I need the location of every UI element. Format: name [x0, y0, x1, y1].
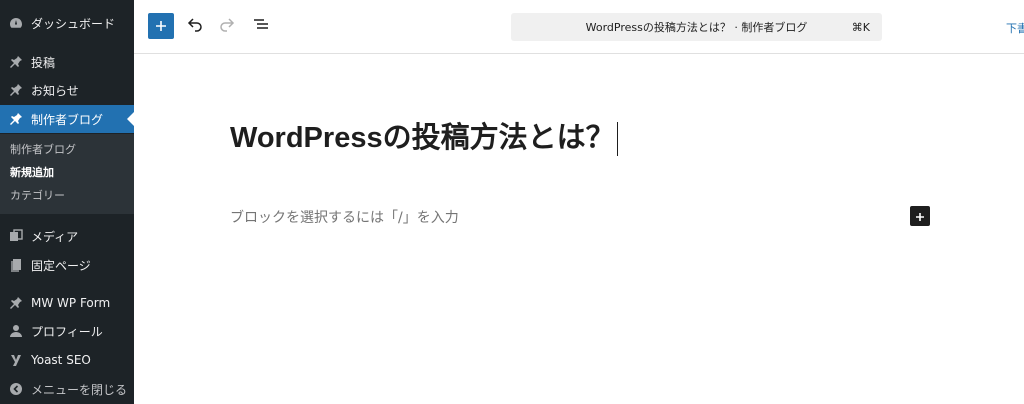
undo-icon	[187, 16, 203, 36]
pin-icon	[8, 54, 24, 70]
list-view-icon	[253, 16, 269, 36]
block-placeholder[interactable]: ブロックを選択するには「/」を入力	[230, 208, 459, 228]
sidebar-item-label: メニューを閉じる	[31, 382, 128, 397]
pin-icon	[8, 295, 24, 311]
sidebar-item-pages[interactable]: 固定ページ	[0, 251, 134, 279]
post-title-text: WordPressの投稿方法とは？	[230, 122, 615, 154]
command-palette-bar[interactable]: WordPressの投稿方法とは？ · 制作者ブログ ⌘K	[511, 13, 882, 41]
sidebar-item-label: ダッシュボード	[31, 16, 116, 31]
sidebar-collapse-menu[interactable]: メニューを閉じる	[0, 375, 134, 403]
add-block-button[interactable]	[148, 13, 174, 39]
sidebar-item-label: お知らせ	[31, 83, 79, 98]
submenu-item-add-new[interactable]: 新規追加	[10, 164, 54, 182]
sidebar-item-dashboard[interactable]: ダッシュボード	[0, 9, 134, 37]
redo-button[interactable]	[216, 15, 238, 37]
text-caret	[616, 122, 618, 157]
yoast-icon	[8, 352, 24, 368]
sidebar-item-label: 固定ページ	[31, 258, 91, 273]
dashboard-icon	[8, 15, 24, 31]
admin-sidebar: ダッシュボード 投稿 お知らせ 制作者ブログ 制作者ブログ 新規追加 カテゴリー…	[0, 0, 134, 404]
command-shortcut: ⌘K	[851, 20, 870, 34]
media-icon	[8, 228, 24, 244]
sidebar-item-news[interactable]: お知らせ	[0, 76, 134, 104]
submenu-item-category[interactable]: カテゴリー	[10, 187, 65, 205]
pin-icon	[8, 82, 24, 98]
sidebar-item-label: プロフィール	[31, 324, 103, 339]
post-title-input[interactable]: WordPressの投稿方法とは？	[230, 118, 618, 158]
redo-icon	[219, 16, 235, 36]
command-bar-title: WordPressの投稿方法とは？ · 制作者ブログ	[585, 21, 808, 34]
sidebar-item-label: メディア	[31, 229, 79, 244]
sidebar-item-media[interactable]: メディア	[0, 222, 134, 250]
pin-icon	[8, 111, 24, 127]
submenu-item-creator-blog[interactable]: 制作者ブログ	[10, 141, 76, 159]
pages-icon	[8, 257, 24, 273]
sidebar-item-label: 投稿	[31, 55, 56, 70]
sidebar-item-posts[interactable]: 投稿	[0, 48, 134, 76]
collapse-icon	[8, 381, 24, 397]
sidebar-item-profile[interactable]: プロフィール	[0, 317, 134, 345]
sidebar-item-mw-wp-form[interactable]: MW WP Form	[0, 289, 134, 317]
plus-icon	[155, 17, 167, 36]
sidebar-item-label: MW WP Form	[31, 296, 111, 310]
save-draft-button[interactable]: 下書き	[1006, 20, 1024, 36]
editor-toolbar: WordPressの投稿方法とは？ · 制作者ブログ ⌘K 下書き	[134, 0, 1024, 54]
sidebar-item-label: 制作者ブログ	[31, 112, 104, 127]
sidebar-item-label: Yoast SEO	[31, 353, 91, 367]
list-view-button[interactable]	[250, 15, 272, 37]
sidebar-item-creator-blog[interactable]: 制作者ブログ	[0, 105, 134, 133]
user-icon	[8, 323, 24, 339]
sidebar-submenu: 制作者ブログ 新規追加 カテゴリー	[0, 134, 134, 214]
plus-icon	[915, 207, 925, 226]
sidebar-item-yoast-seo[interactable]: Yoast SEO	[0, 346, 134, 374]
block-inserter-button[interactable]	[910, 206, 930, 226]
undo-button[interactable]	[184, 15, 206, 37]
